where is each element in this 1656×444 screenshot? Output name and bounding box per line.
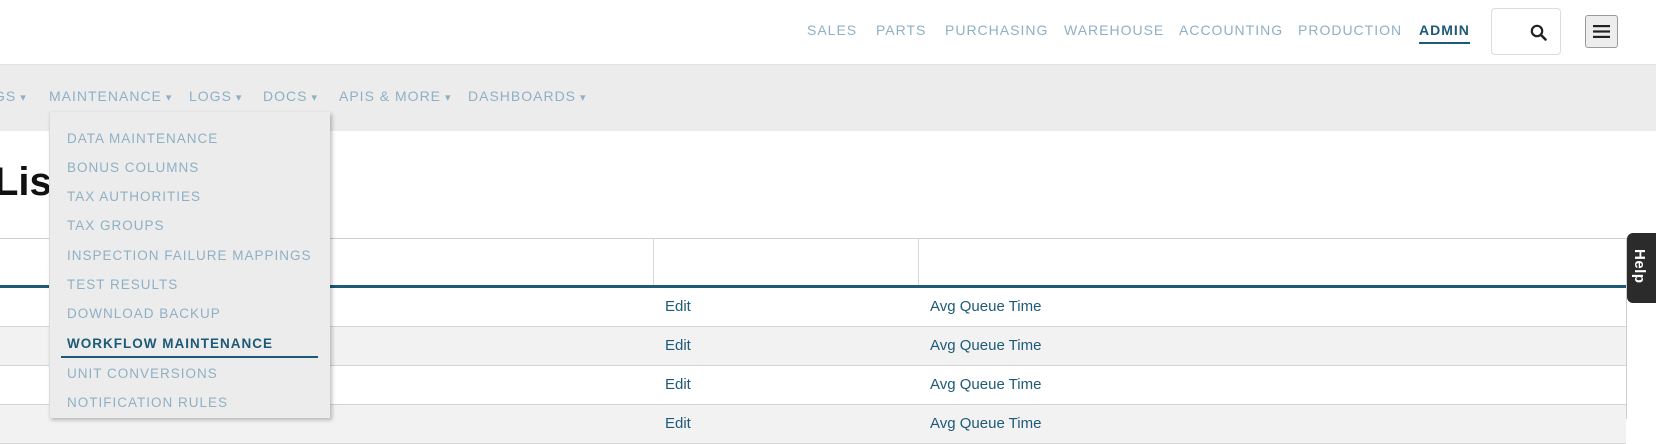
top-nav-admin[interactable]: ADMIN bbox=[1419, 22, 1470, 44]
chevron-down-icon: ▾ bbox=[235, 92, 243, 104]
menu-item-inspection-failure-mappings[interactable]: INSPECTION FAILURE MAPPINGS bbox=[67, 248, 312, 263]
sub-nav-dashboards[interactable]: DASHBOARDS ▾ bbox=[468, 88, 587, 104]
chevron-down-icon: ▾ bbox=[311, 92, 318, 104]
sub-nav-label: LOGS bbox=[189, 88, 232, 104]
menu-item-notification-rules[interactable]: NOTIFICATION RULES bbox=[67, 395, 228, 410]
help-label: Help bbox=[1631, 249, 1648, 284]
workflow-name-cell: Avg Queue Time bbox=[930, 376, 1042, 393]
chevron-down-icon: ▾ bbox=[165, 92, 173, 104]
sub-nav-maintenance[interactable]: MAINTENANCE ▾ bbox=[49, 88, 172, 104]
active-item-underline bbox=[61, 356, 318, 358]
edit-link[interactable]: Edit bbox=[665, 337, 691, 354]
workflow-name-cell: Avg Queue Time bbox=[930, 298, 1042, 315]
menu-item-bonus-columns[interactable]: BONUS COLUMNS bbox=[67, 160, 199, 175]
menu-item-unit-conversions[interactable]: UNIT CONVERSIONS bbox=[67, 366, 218, 381]
search-icon bbox=[1530, 24, 1547, 41]
top-nav-sales[interactable]: SALES bbox=[807, 22, 857, 38]
sub-nav-apis-more[interactable]: APIS & MORE ▾ bbox=[339, 88, 452, 104]
sub-nav-logs[interactable]: LOGS ▾ bbox=[189, 88, 242, 104]
menu-item-tax-authorities[interactable]: TAX AUTHORITIES bbox=[67, 189, 201, 204]
menu-item-workflow-maintenance[interactable]: WORKFLOW MAINTENANCE bbox=[67, 336, 273, 351]
maintenance-dropdown-menu: DATA MAINTENANCE BONUS COLUMNS TAX AUTHO… bbox=[49, 112, 330, 418]
sub-nav-settings[interactable]: GS▾ bbox=[0, 88, 27, 104]
edit-link[interactable]: Edit bbox=[665, 376, 691, 393]
sub-nav-label: GS bbox=[0, 88, 17, 104]
sub-nav-label: DASHBOARDS bbox=[468, 88, 577, 104]
menu-item-tax-groups[interactable]: TAX GROUPS bbox=[67, 218, 165, 233]
column-divider bbox=[918, 239, 919, 285]
edit-link[interactable]: Edit bbox=[665, 298, 691, 315]
menu-item-data-maintenance[interactable]: DATA MAINTENANCE bbox=[67, 131, 218, 146]
hamburger-menu-icon bbox=[1593, 25, 1610, 38]
top-nav-purchasing[interactable]: PURCHASING bbox=[945, 22, 1048, 38]
hamburger-menu-button[interactable] bbox=[1585, 15, 1618, 48]
column-divider bbox=[653, 239, 654, 285]
top-nav-warehouse[interactable]: WAREHOUSE bbox=[1064, 22, 1164, 38]
top-nav-parts[interactable]: PARTS bbox=[876, 22, 926, 38]
top-navigation-bar: SALES PARTS PURCHASING WAREHOUSE ACCOUNT… bbox=[0, 0, 1656, 65]
menu-item-download-backup[interactable]: DOWNLOAD BACKUP bbox=[67, 306, 221, 321]
sub-nav-docs[interactable]: DOCS ▾ bbox=[263, 88, 318, 104]
menu-item-test-results[interactable]: TEST RESULTS bbox=[67, 277, 178, 292]
chevron-down-icon: ▾ bbox=[580, 92, 587, 104]
sub-nav-label: APIS & MORE bbox=[339, 88, 442, 104]
sub-nav-label: MAINTENANCE bbox=[49, 88, 162, 104]
sub-nav-label: DOCS bbox=[263, 88, 308, 104]
chevron-down-icon: ▾ bbox=[445, 92, 452, 104]
top-nav-production[interactable]: PRODUCTION bbox=[1298, 22, 1402, 38]
search-button[interactable] bbox=[1491, 8, 1561, 55]
workflow-name-cell: Avg Queue Time bbox=[930, 337, 1042, 354]
top-nav-accounting[interactable]: ACCOUNTING bbox=[1179, 22, 1283, 38]
chevron-down-icon: ▾ bbox=[20, 92, 27, 104]
help-tab[interactable]: Help bbox=[1627, 233, 1656, 303]
